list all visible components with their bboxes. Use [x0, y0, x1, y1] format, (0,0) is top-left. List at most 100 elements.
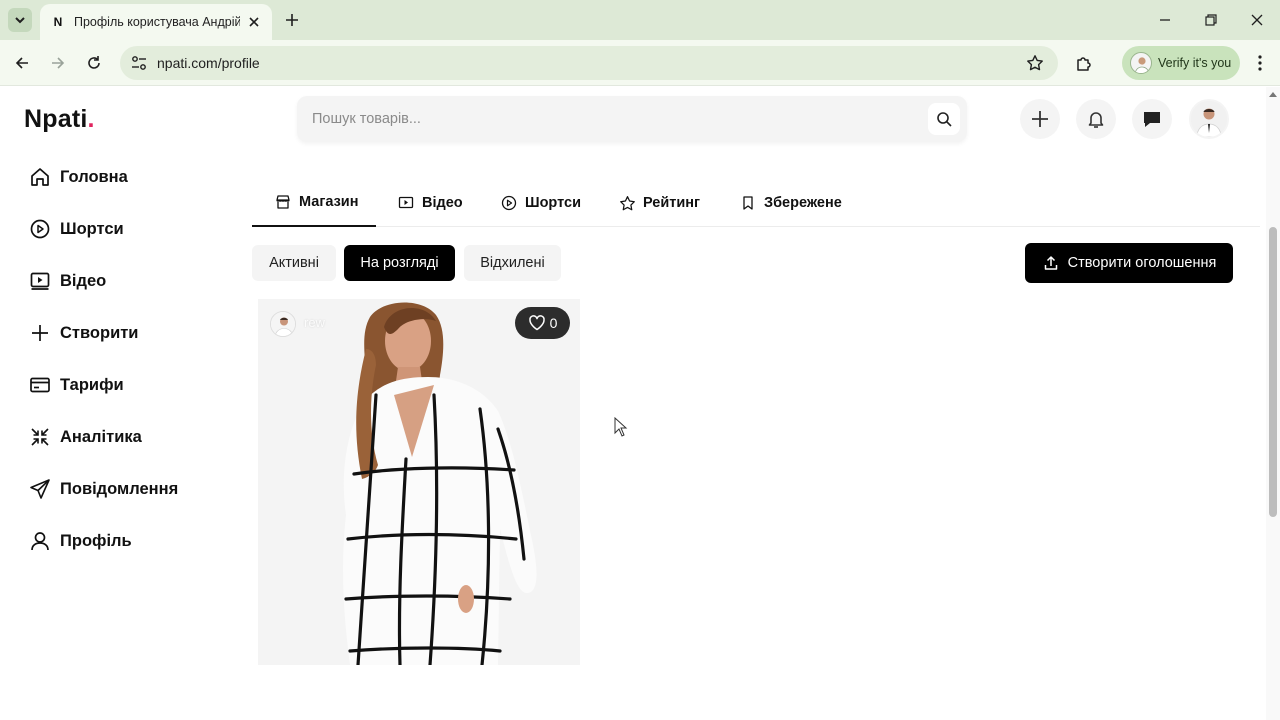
filter-rejected[interactable]: Відхилені [464, 245, 561, 281]
bookmark-icon [739, 194, 757, 212]
product-card[interactable]: rew 0 [258, 299, 580, 665]
tab-title: Профіль користувача Андрій [74, 15, 240, 29]
seller-username: rew [304, 315, 325, 330]
shrink-icon [28, 425, 52, 449]
sidebar-item-label: Тарифи [60, 375, 124, 394]
window-close-button[interactable] [1247, 10, 1267, 30]
tab-label: Збережене [764, 195, 842, 211]
search-button[interactable] [928, 103, 960, 135]
chat-icon [1144, 112, 1160, 127]
page-scrollbar[interactable] [1266, 87, 1280, 720]
search-input[interactable] [297, 96, 917, 142]
plus-icon [286, 14, 298, 26]
sidebar-item-label: Відео [60, 271, 107, 290]
sidebar-item-label: Створити [60, 323, 139, 342]
like-button[interactable]: 0 [515, 307, 570, 339]
tune-icon[interactable] [130, 54, 148, 72]
tab-rating[interactable]: Рейтинг [618, 179, 700, 227]
minimize-button[interactable] [1155, 10, 1175, 30]
video-icon [397, 194, 415, 212]
scroll-up-icon[interactable] [1269, 91, 1277, 97]
sidebar-item-label: Шортси [60, 219, 124, 238]
reload-button[interactable] [83, 52, 105, 74]
verify-label: Verify it's you [1158, 56, 1232, 70]
tab-close-button[interactable] [246, 14, 262, 30]
tab-saved[interactable]: Збережене [739, 179, 842, 227]
browser-tabstrip: N Профіль користувача Андрій [0, 0, 1280, 40]
tab-favicon: N [53, 15, 63, 29]
filter-pending[interactable]: На розгляді [344, 245, 455, 281]
browser-tab[interactable]: N Профіль користувача Андрій [40, 4, 272, 40]
tab-shop[interactable]: Магазин [252, 179, 376, 227]
create-ad-label: Створити оголошення [1067, 255, 1217, 271]
more-vert-icon [1258, 55, 1262, 71]
sidebar-item-video[interactable]: Відео [28, 263, 228, 299]
page-content: Npati. Головна Шортси Відео Ство [0, 87, 1280, 720]
extensions-icon[interactable] [1074, 52, 1096, 74]
verify-button[interactable]: Verify it's you [1122, 46, 1240, 80]
sidebar-item-shorts[interactable]: Шортси [28, 211, 228, 247]
close-icon [249, 17, 259, 27]
minimize-icon [1160, 19, 1170, 21]
sidebar-item-analytics[interactable]: Аналітика [28, 419, 228, 455]
product-image [258, 299, 580, 665]
profile-avatar [1130, 52, 1152, 74]
new-tab-button[interactable] [282, 10, 302, 30]
tab-search-button[interactable] [8, 8, 32, 32]
plus-icon [1032, 111, 1048, 127]
credit-card-icon [28, 373, 52, 397]
star-icon [618, 194, 636, 212]
chevron-down-icon [15, 17, 25, 24]
address-bar[interactable]: npati.com/profile [120, 46, 1058, 80]
create-button[interactable] [1020, 99, 1060, 139]
search-bar [297, 96, 967, 142]
tab-label: Шортси [525, 195, 581, 211]
sidebar-item-create[interactable]: Створити [28, 315, 228, 351]
close-icon [1251, 14, 1263, 26]
browser-menu-button[interactable] [1250, 52, 1270, 74]
seller-avatar [270, 311, 296, 337]
tab-label: Магазин [299, 194, 359, 210]
restore-button[interactable] [1201, 10, 1221, 30]
bell-icon [1088, 112, 1104, 128]
scroll-thumb[interactable] [1269, 227, 1277, 517]
reload-icon [88, 56, 100, 69]
filter-active[interactable]: Активні [252, 245, 336, 281]
site-logo[interactable]: Npati. [24, 105, 95, 134]
sidebar-item-label: Аналітика [60, 427, 142, 446]
sidebar-item-messages[interactable]: Повідомлення [28, 471, 228, 507]
restore-icon [1205, 14, 1217, 26]
tab-video[interactable]: Відео [397, 179, 463, 227]
tab-shorts[interactable]: Шортси [500, 179, 581, 227]
forward-icon [52, 57, 65, 69]
profile-tabs: Магазин Відео Шортси Рейтинг Збережене [252, 179, 1260, 227]
mouse-cursor-icon [614, 417, 628, 437]
messages-button[interactable] [1132, 99, 1172, 139]
sidebar-item-profile[interactable]: Профіль [28, 523, 228, 559]
home-icon [28, 165, 52, 189]
logo-text: Npati [24, 105, 88, 133]
play-circle-icon [500, 194, 518, 212]
store-icon [274, 193, 292, 211]
star-icon[interactable] [1026, 54, 1044, 72]
user-icon [28, 529, 52, 553]
forward-button[interactable] [47, 52, 69, 74]
send-icon [28, 477, 52, 501]
back-button[interactable] [11, 52, 33, 74]
sidebar-item-label: Головна [60, 167, 128, 186]
sidebar-item-home[interactable]: Головна [28, 159, 228, 195]
user-avatar[interactable] [1189, 99, 1229, 139]
like-count: 0 [549, 315, 558, 331]
video-icon [28, 269, 52, 293]
tab-label: Рейтинг [643, 195, 701, 211]
create-ad-button[interactable]: Створити оголошення [1025, 243, 1233, 283]
tab-label: Відео [422, 195, 463, 211]
sidebar-item-label: Профіль [60, 531, 132, 550]
logo-dot: . [87, 105, 95, 133]
sidebar-item-tariffs[interactable]: Тарифи [28, 367, 228, 403]
url-text: npati.com/profile [157, 55, 260, 71]
browser-toolbar: npati.com/profile Verify it's you [0, 40, 1280, 86]
plus-icon [28, 321, 52, 345]
heart-icon [528, 314, 546, 332]
notifications-button[interactable] [1076, 99, 1116, 139]
